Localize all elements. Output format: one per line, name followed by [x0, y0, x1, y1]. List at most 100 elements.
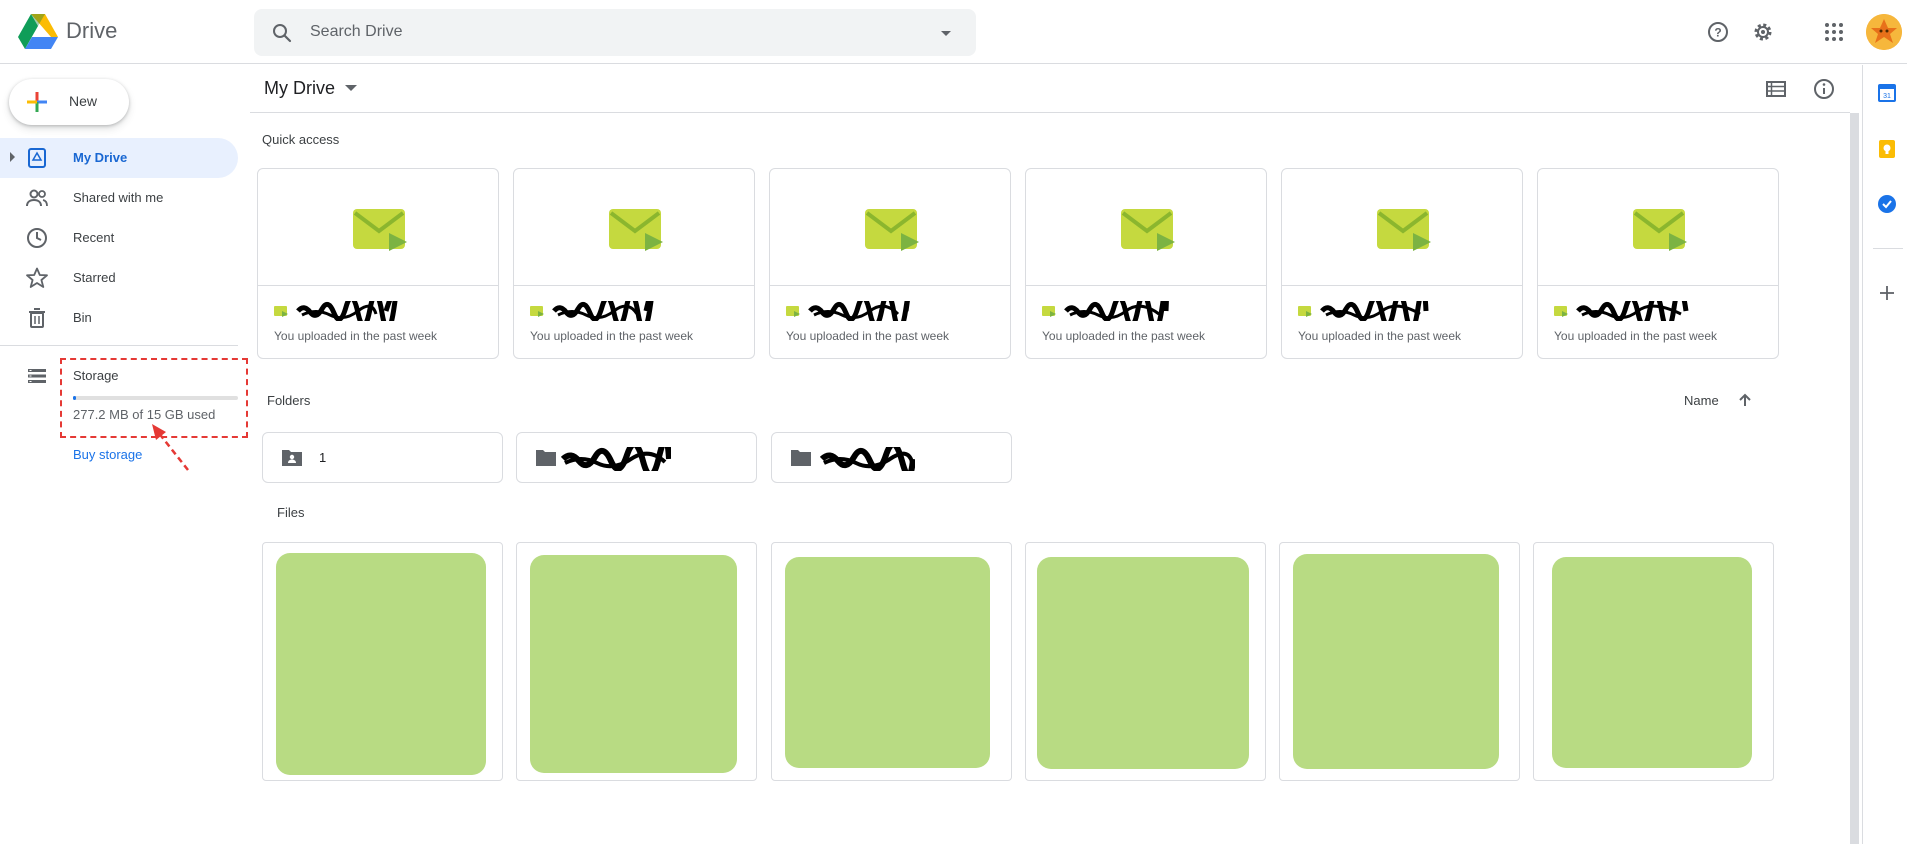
email-file-icon: [353, 209, 407, 251]
sidebar-item-label: Shared with me: [73, 190, 164, 205]
folder-icon: [536, 450, 556, 466]
email-file-icon: [865, 209, 919, 251]
clock-icon: [27, 228, 47, 248]
trash-icon: [29, 308, 45, 328]
sidebar-item-bin[interactable]: Bin: [0, 298, 238, 338]
folder-name: 1: [319, 450, 327, 465]
quick-access-thumbnail: [1538, 169, 1778, 286]
quick-access-subtitle: You uploaded in the past week: [1042, 329, 1206, 343]
quick-access-thumbnail: [514, 169, 754, 286]
file-card[interactable]: [516, 542, 757, 781]
search-icon[interactable]: [270, 21, 294, 45]
side-panel: 31: [1862, 65, 1907, 844]
shared-folder-icon: [282, 450, 302, 466]
file-thumbnail: [1293, 554, 1499, 769]
quick-access-thumbnail: [770, 169, 1010, 286]
quick-access-card[interactable]: You uploaded in the past week: [1025, 168, 1267, 359]
storage-icon: [28, 369, 46, 383]
file-thumbnail: [1037, 557, 1249, 769]
quick-access-card[interactable]: You uploaded in the past week: [1281, 168, 1523, 359]
sort-by-name[interactable]: Name: [1684, 393, 1719, 408]
settings-gear-icon[interactable]: [1751, 20, 1775, 44]
title-dropdown-icon[interactable]: [345, 85, 357, 91]
annotation-arrow: [152, 424, 189, 471]
calendar-icon[interactable]: 31: [1877, 83, 1897, 103]
files-label: Files: [277, 505, 305, 520]
redacted-file-name: [552, 301, 654, 321]
sidebar-item-recent[interactable]: Recent: [0, 218, 238, 258]
side-panel-divider: [1873, 248, 1903, 249]
quick-access-subtitle: You uploaded in the past week: [530, 329, 694, 343]
scrollbar[interactable]: [1850, 113, 1859, 844]
email-file-icon: [1633, 209, 1687, 251]
search-bar[interactable]: [254, 9, 976, 56]
quick-access-thumbnail: [1282, 169, 1522, 286]
file-card[interactable]: [1279, 542, 1520, 781]
quick-access-card[interactable]: You uploaded in the past week: [257, 168, 499, 359]
star-icon: [26, 267, 48, 288]
help-icon[interactable]: ?: [1706, 20, 1730, 44]
dropdown-arrow-icon[interactable]: [934, 21, 958, 45]
quick-access-subtitle: You uploaded in the past week: [1298, 329, 1462, 343]
folder-item[interactable]: [771, 432, 1012, 483]
plus-multicolor-icon: [27, 92, 47, 112]
quick-access-card[interactable]: You uploaded in the past week: [1537, 168, 1779, 359]
info-icon[interactable]: [1812, 77, 1836, 101]
tasks-icon[interactable]: [1877, 194, 1897, 214]
email-file-icon: [1554, 306, 1568, 317]
expand-caret-icon[interactable]: [10, 152, 15, 162]
account-avatar[interactable]: [1866, 14, 1902, 50]
email-file-icon: [530, 306, 544, 317]
keep-icon[interactable]: [1877, 139, 1897, 159]
email-file-icon: [1121, 209, 1175, 251]
sort-arrow-up-icon[interactable]: [1736, 391, 1754, 409]
sidebar-item-label: Starred: [73, 270, 116, 285]
folders-label: Folders: [267, 393, 311, 408]
quick-access-card[interactable]: You uploaded in the past week: [513, 168, 755, 359]
quick-access-thumbnail: [1026, 169, 1266, 286]
svg-text:31: 31: [1883, 93, 1891, 100]
email-file-icon: [274, 306, 288, 317]
sidebar-item-starred[interactable]: Starred: [0, 258, 238, 298]
quick-access-subtitle: You uploaded in the past week: [274, 329, 438, 343]
sidebar-item-my-drive[interactable]: My Drive: [0, 138, 238, 178]
redacted-folder-name: [561, 447, 671, 471]
search-input[interactable]: [310, 17, 910, 47]
file-thumbnail: [530, 555, 737, 773]
buy-storage-link[interactable]: Buy storage: [73, 447, 142, 462]
file-thumbnail: [785, 557, 990, 768]
redacted-file-name: [1320, 301, 1429, 321]
my-drive-icon: [28, 148, 46, 168]
redacted-file-name: [296, 301, 398, 321]
redacted-folder-name: [820, 447, 915, 471]
google-drive-logo[interactable]: [18, 14, 58, 50]
file-card[interactable]: [262, 542, 503, 781]
file-card[interactable]: [1025, 542, 1266, 781]
sidebar-item-label: Bin: [73, 310, 92, 325]
email-file-icon: [1042, 306, 1056, 317]
redacted-file-name: [1064, 301, 1169, 321]
title-bar: My Drive: [250, 65, 1850, 113]
app-name[interactable]: Drive: [66, 18, 117, 44]
file-card[interactable]: [771, 542, 1012, 781]
file-card[interactable]: [1533, 542, 1774, 781]
file-thumbnail: [276, 553, 486, 775]
sidebar-item-shared[interactable]: Shared with me: [0, 178, 238, 218]
folder-item[interactable]: 1: [262, 432, 503, 483]
new-button[interactable]: New: [9, 79, 129, 125]
email-file-icon: [609, 209, 663, 251]
apps-grid-icon[interactable]: [1822, 20, 1846, 44]
list-view-icon[interactable]: [1764, 77, 1788, 101]
sidebar-divider: [0, 345, 238, 346]
sidebar-item-label: Recent: [73, 230, 115, 245]
redacted-file-name: [1576, 301, 1689, 321]
page-title[interactable]: My Drive: [264, 78, 335, 99]
quick-access-card[interactable]: You uploaded in the past week: [769, 168, 1011, 359]
sidebar: New My Drive Shared with me Recent Starr…: [0, 65, 248, 844]
svg-text:?: ?: [1714, 26, 1721, 40]
email-file-icon: [786, 306, 800, 317]
add-icon[interactable]: [1877, 283, 1897, 303]
folder-item[interactable]: [516, 432, 757, 483]
quick-access-label: Quick access: [262, 132, 340, 147]
drive-page: Drive ?: [0, 0, 1907, 844]
